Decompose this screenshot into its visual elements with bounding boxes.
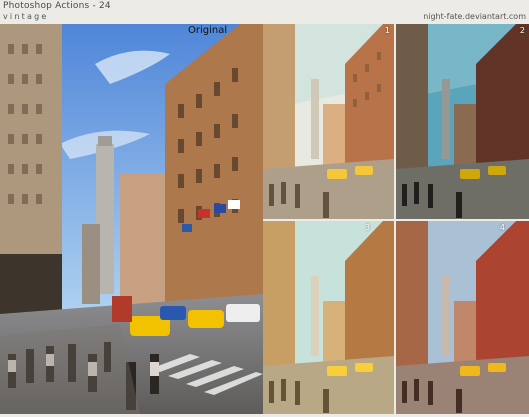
- variant-photo-1: 1: [263, 24, 394, 219]
- variant-photo-4: 4: [396, 221, 529, 414]
- variant-label-1: 1: [384, 26, 390, 35]
- variant-photo-3: 3: [263, 221, 394, 414]
- original-photo: Original: [0, 24, 263, 414]
- variant-photo-2: 2: [396, 24, 529, 219]
- variant-label-4: 4: [499, 223, 505, 232]
- credit-text: night-fate.deviantart.com: [423, 12, 526, 21]
- variant-label-3: 3: [364, 223, 370, 232]
- variant-label-2: 2: [519, 26, 525, 35]
- page-title: Photoshop Actions - 24: [3, 1, 111, 11]
- header: Photoshop Actions - 24 vintage night-fat…: [0, 0, 529, 24]
- original-label: Original: [188, 25, 228, 36]
- page-subtitle: vintage: [3, 12, 49, 21]
